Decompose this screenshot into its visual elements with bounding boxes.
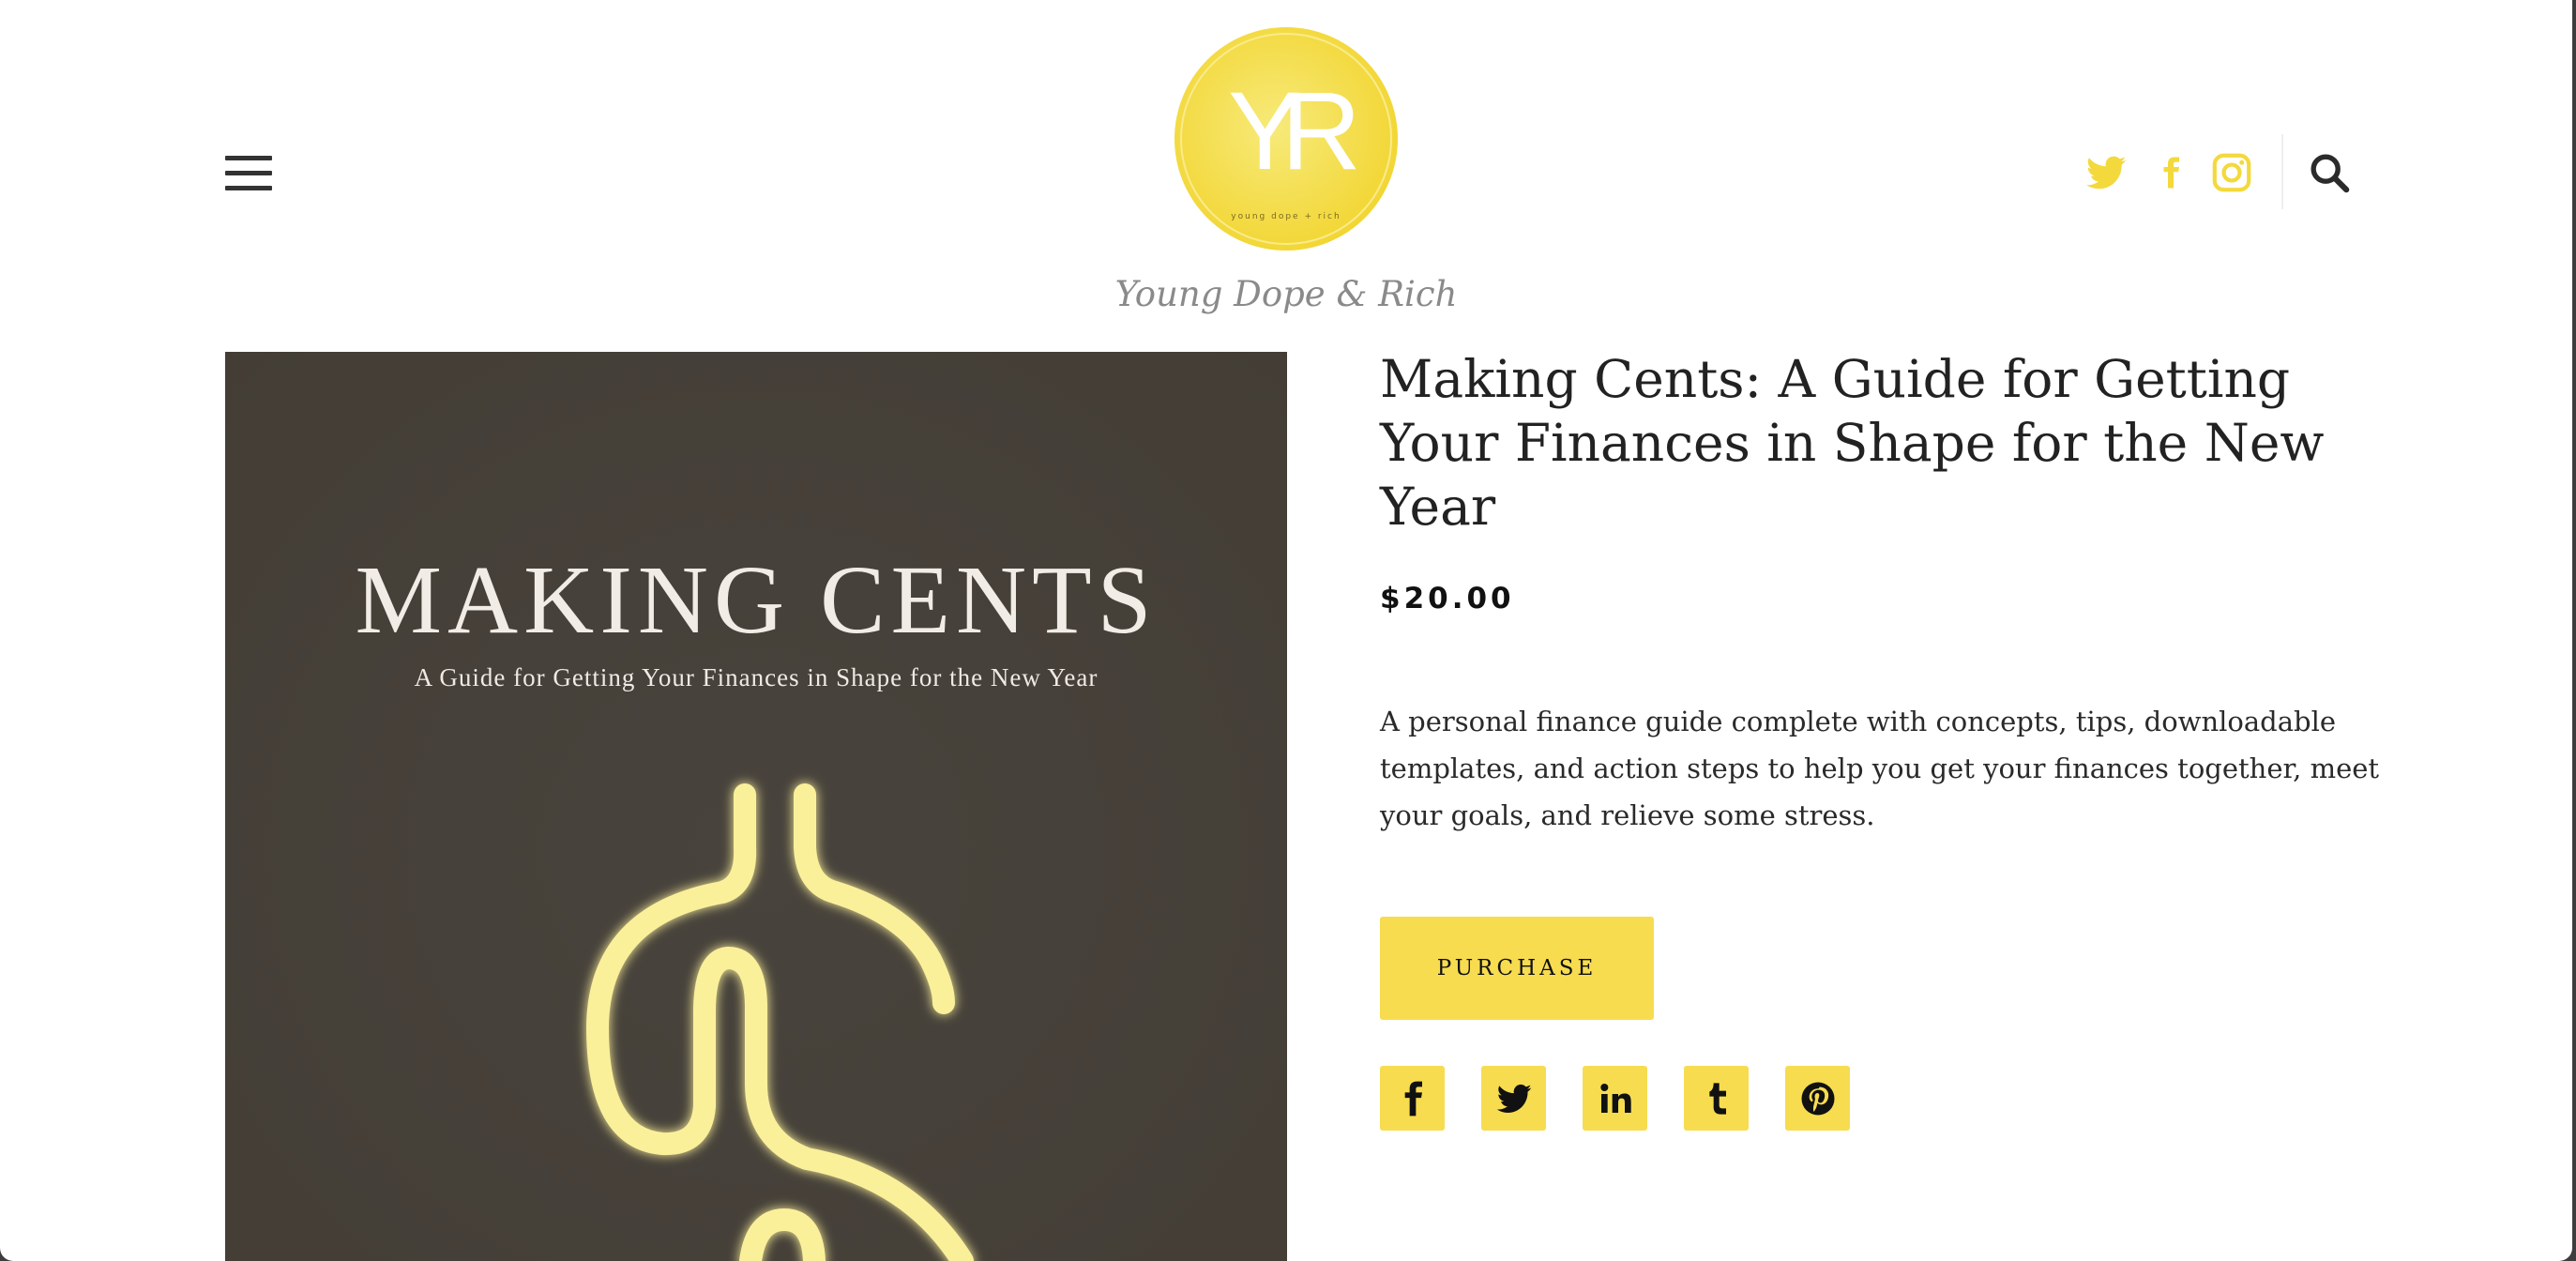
share-tumblr-button[interactable] bbox=[1684, 1066, 1749, 1131]
neon-dollar-sign-graphic bbox=[586, 783, 974, 1261]
share-twitter-button[interactable] bbox=[1481, 1066, 1546, 1131]
pinterest-icon bbox=[1801, 1082, 1834, 1115]
logo-tagline: young dope + rich bbox=[1231, 212, 1341, 221]
linkedin-icon bbox=[1599, 1083, 1631, 1113]
product-title: Making Cents: A Guide for Getting Your F… bbox=[1380, 349, 2325, 537]
site-logo[interactable]: YR young dope + rich bbox=[1174, 26, 1399, 251]
twitter-icon bbox=[1496, 1084, 1531, 1113]
hamburger-menu-icon[interactable] bbox=[225, 156, 274, 191]
page: YR young dope + rich Young Dope & Rich M… bbox=[0, 0, 2572, 1261]
site-title[interactable]: Young Dope & Rich bbox=[1004, 274, 1568, 314]
search-icon[interactable] bbox=[2308, 148, 2351, 197]
product-price: $20.00 bbox=[1380, 582, 1515, 615]
facebook-icon bbox=[1404, 1081, 1422, 1116]
header-divider bbox=[2281, 134, 2283, 209]
logo-initials: YR bbox=[1228, 69, 1356, 193]
instagram-icon[interactable] bbox=[2210, 148, 2253, 197]
product-description: A personal finance guide complete with c… bbox=[1380, 706, 2380, 831]
purchase-button[interactable]: PURCHASE bbox=[1380, 917, 1654, 1020]
tumblr-icon bbox=[1708, 1082, 1726, 1115]
product-image: MAKING CENTS A Guide for Getting Your Fi… bbox=[225, 352, 1287, 1261]
share-pinterest-button[interactable] bbox=[1785, 1066, 1850, 1131]
hero-subtitle: A Guide for Getting Your Finances in Sha… bbox=[414, 663, 1099, 691]
facebook-icon[interactable] bbox=[2154, 148, 2188, 197]
twitter-icon[interactable] bbox=[2084, 148, 2128, 197]
share-linkedin-button[interactable] bbox=[1583, 1066, 1647, 1131]
hero-title: MAKING CENTS bbox=[355, 546, 1158, 654]
share-facebook-button[interactable] bbox=[1380, 1066, 1445, 1131]
